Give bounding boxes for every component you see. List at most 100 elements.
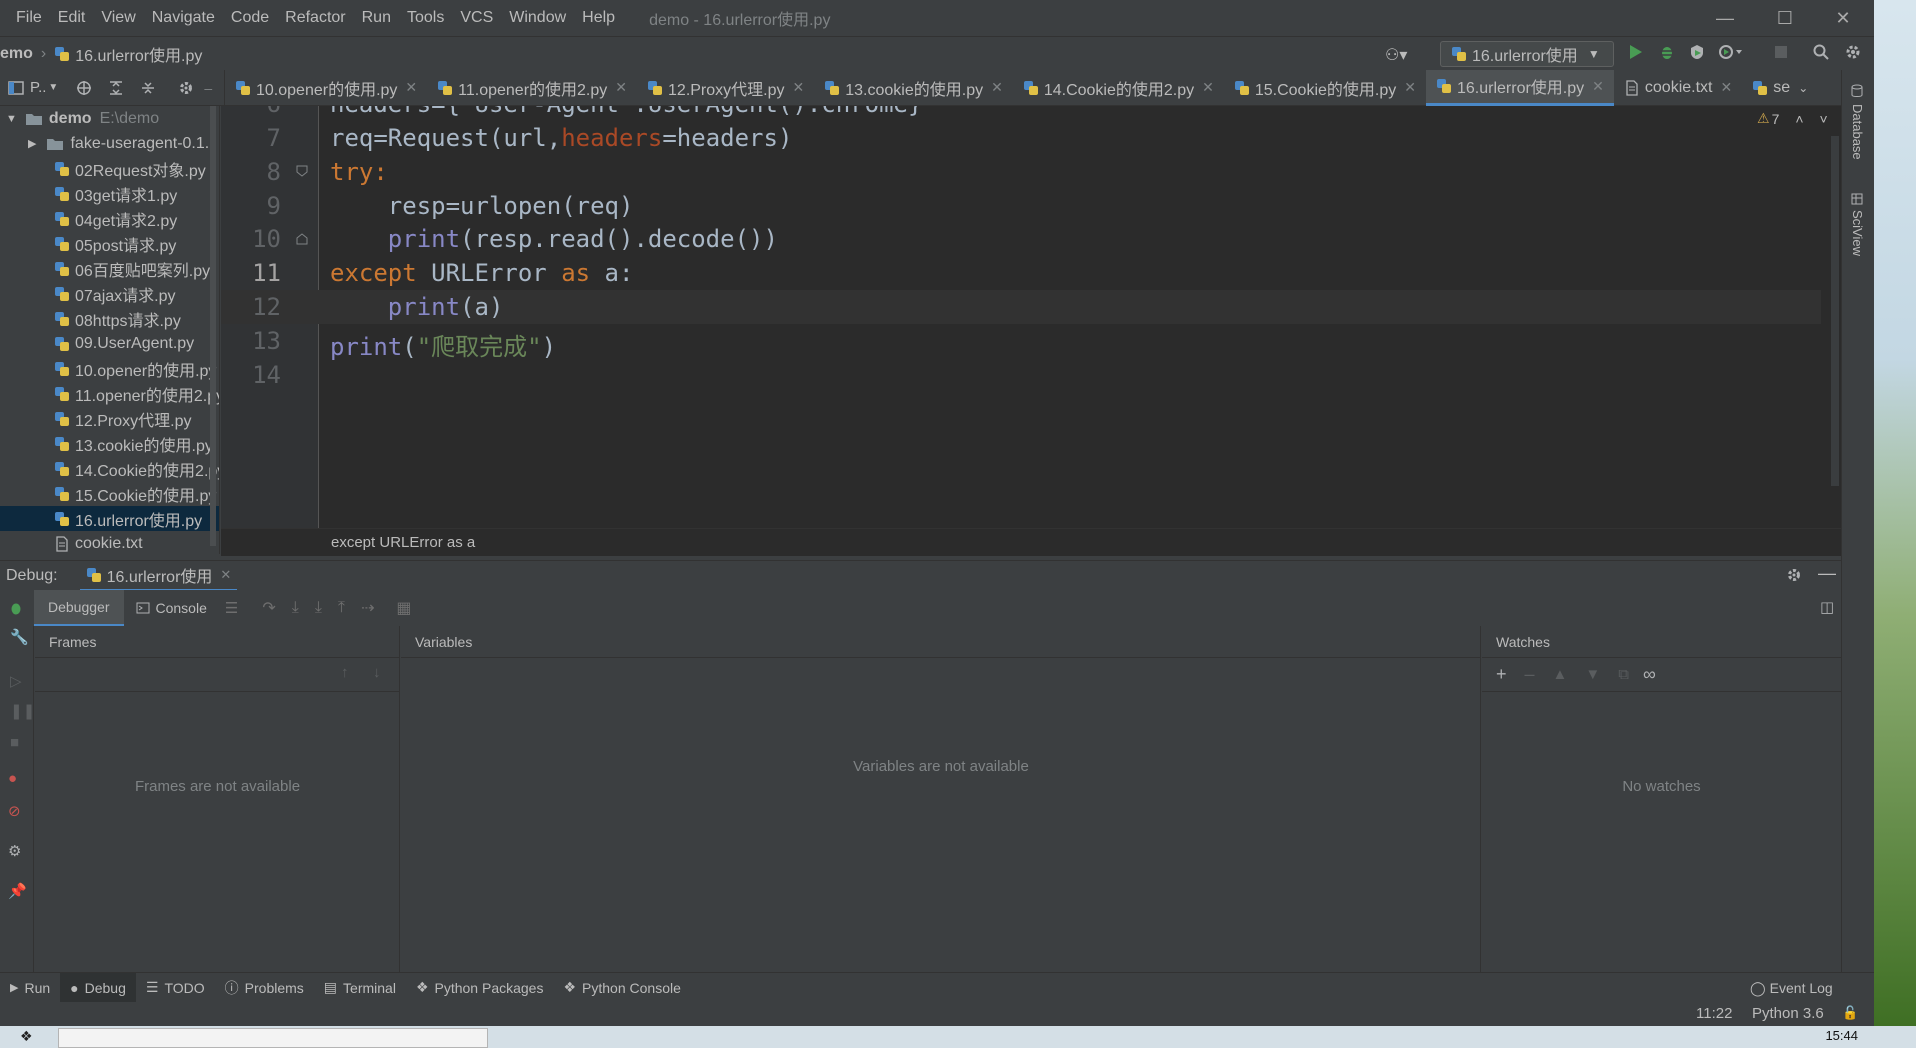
add-watch-icon[interactable]: + [1496,664,1507,685]
tree-file-item[interactable]: 02Request对象.py [0,156,219,181]
cursor-position[interactable]: 11:22 [1696,1005,1732,1022]
tab-cookie-usage-15[interactable]: 15.Cookie的使用.py ✕ [1224,70,1426,106]
code-editor[interactable]: 6 7 8 9 10 11 12 13 14 headers={'User-Ag… [221,106,1841,528]
close-tab-icon[interactable]: ✕ [1720,79,1732,96]
menu-run[interactable]: Run [354,0,399,36]
run-icon[interactable] [1626,43,1644,61]
tab-cookie-txt[interactable]: cookie.txt ✕ [1614,70,1742,106]
settings-gear-icon[interactable] [178,80,194,96]
search-icon[interactable] [1812,43,1830,61]
close-tab-icon[interactable]: ✕ [1592,78,1604,95]
copy-watch-icon[interactable]: ⧉ [1618,666,1629,683]
menu-file[interactable]: File [8,0,50,36]
tab-cookie-usage[interactable]: 13.cookie的使用.py ✕ [814,70,1013,106]
database-icon[interactable] [1850,84,1864,98]
settings-gear-icon[interactable] [1786,567,1802,583]
project-panel-icon[interactable] [8,80,24,96]
tab-overflow[interactable]: se [1742,70,1792,106]
menu-tools[interactable]: Tools [399,0,452,36]
step-into-my-code-icon[interactable]: ⤓ [315,599,322,617]
run-to-cursor-icon[interactable]: ⇢ [361,598,374,618]
pause-icon[interactable]: ❚❚ [10,702,35,720]
event-log-button[interactable]: ◯ Event Log [1740,973,1843,1003]
resume-icon[interactable]: ▷ [10,672,22,690]
collapse-all-icon[interactable] [140,80,156,96]
breadcrumb-project[interactable]: emo [0,45,33,63]
chevron-up-icon[interactable]: ˄ [1795,111,1803,127]
user-account-icon[interactable]: ⚇▾ [1385,45,1407,65]
tab-cookie-usage-2[interactable]: 14.Cookie的使用2.py ✕ [1013,70,1224,106]
glasses-icon[interactable]: ∞ [1643,664,1656,685]
taskbar-search-box[interactable] [58,1028,488,1048]
taskbar-clock[interactable]: 15:44 [1825,1028,1858,1043]
menu-code[interactable]: Code [223,0,277,36]
step-over-icon[interactable]: ↷ [262,598,275,618]
evaluate-expression-icon[interactable]: ▦ [396,598,411,618]
tree-file-item[interactable]: 07ajax请求.py [0,281,219,306]
pin-icon[interactable]: 📌 [8,882,27,900]
run-configuration-select[interactable]: 16.urlerror使用 ▼ [1440,41,1614,67]
move-up-icon[interactable]: ▲ [1553,666,1568,683]
editor-scrollbar[interactable] [1831,136,1839,486]
terminal-tool-button[interactable]: ▤ Terminal [314,973,406,1003]
close-tab-icon[interactable]: ✕ [220,567,231,583]
step-out-icon[interactable]: ⤒ [338,599,345,617]
menu-navigate[interactable]: Navigate [144,0,223,36]
tree-file-item[interactable]: 13.cookie的使用.py [0,431,219,456]
arrow-up-icon[interactable]: ↑ [341,664,349,681]
restore-layout-icon[interactable]: ◫ [1820,598,1834,616]
menu-refactor[interactable]: Refactor [277,0,353,36]
sciview-tool-label[interactable]: SciView [1850,210,1865,256]
database-tool-label[interactable]: Database [1850,104,1865,160]
move-down-icon[interactable]: ▼ [1585,666,1600,683]
minimize-button[interactable]: — [1696,0,1754,36]
settings-gear-icon[interactable]: ⚙ [8,842,21,860]
lock-icon[interactable]: 🔓 [1842,1005,1858,1021]
close-tab-icon[interactable]: ✕ [991,79,1003,96]
problems-tool-button[interactable]: ⓘ Problems [215,973,314,1003]
chevron-down-icon[interactable]: ˅ [1820,111,1828,127]
close-window-button[interactable]: ✕ [1814,0,1872,36]
tree-file-item[interactable]: 15.Cookie的使用.py [0,481,219,506]
todo-tool-button[interactable]: ☰ TODO [136,973,215,1003]
tab-debugger[interactable]: Debugger [34,590,124,626]
close-tab-icon[interactable]: ✕ [1202,79,1214,96]
run-tool-button[interactable]: ▶ Run [0,973,60,1003]
tab-console[interactable]: Console [124,590,219,626]
view-breakpoints-icon[interactable]: ● [8,770,17,787]
step-into-icon[interactable]: ⤓ [292,599,299,617]
tree-file-item[interactable]: 03get请求1.py [0,181,219,206]
tab-opener-usage-2[interactable]: 11.opener的使用2.py ✕ [427,70,637,106]
hide-panel-icon[interactable]: – [204,80,212,96]
tab-list-chevron-icon[interactable]: ⌄ [1798,81,1808,95]
breadcrumb-file[interactable]: 16.urlerror使用.py [75,42,202,66]
tree-file-item[interactable]: 14.Cookie的使用2.py [0,456,219,481]
menu-edit[interactable]: Edit [50,0,94,36]
maximize-button[interactable]: ☐ [1756,0,1814,36]
python-packages-tool-button[interactable]: ❖ Python Packages [406,973,554,1003]
tab-urlerror-usage[interactable]: 16.urlerror使用.py ✕ [1426,69,1614,106]
menu-view[interactable]: View [93,0,143,36]
project-scrollbar[interactable] [210,106,216,546]
debug-session-tab[interactable]: 16.urlerror使用 ✕ [79,561,238,591]
layout-menu-icon[interactable]: ☰ [225,599,238,617]
coverage-icon[interactable] [1688,43,1706,61]
fold-marker-icon[interactable] [295,232,309,246]
close-tab-icon[interactable]: ✕ [1404,79,1416,96]
tree-file-item[interactable]: 08https请求.py [0,306,219,331]
profile-icon[interactable] [1718,43,1744,61]
wrench-icon[interactable]: 🔧 [10,628,29,646]
inspection-widget[interactable]: ⚠ 7 ˄ ˅ [1757,110,1828,127]
stop-icon[interactable]: ■ [10,734,19,751]
stop-icon[interactable] [1774,45,1788,59]
close-tab-icon[interactable]: ✕ [615,79,627,96]
sciview-icon[interactable] [1850,192,1864,206]
tree-file-item[interactable]: 04get请求2.py [0,206,219,231]
close-tab-icon[interactable]: ✕ [793,79,805,96]
tree-file-item[interactable]: 06百度贴吧案列.py [0,256,219,281]
arrow-down-icon[interactable]: ↓ [373,664,381,681]
locate-file-icon[interactable] [76,80,92,96]
project-view-select[interactable]: P.. [30,79,46,96]
fold-marker-icon[interactable] [295,164,309,178]
debug-bug-icon[interactable] [1658,43,1676,61]
